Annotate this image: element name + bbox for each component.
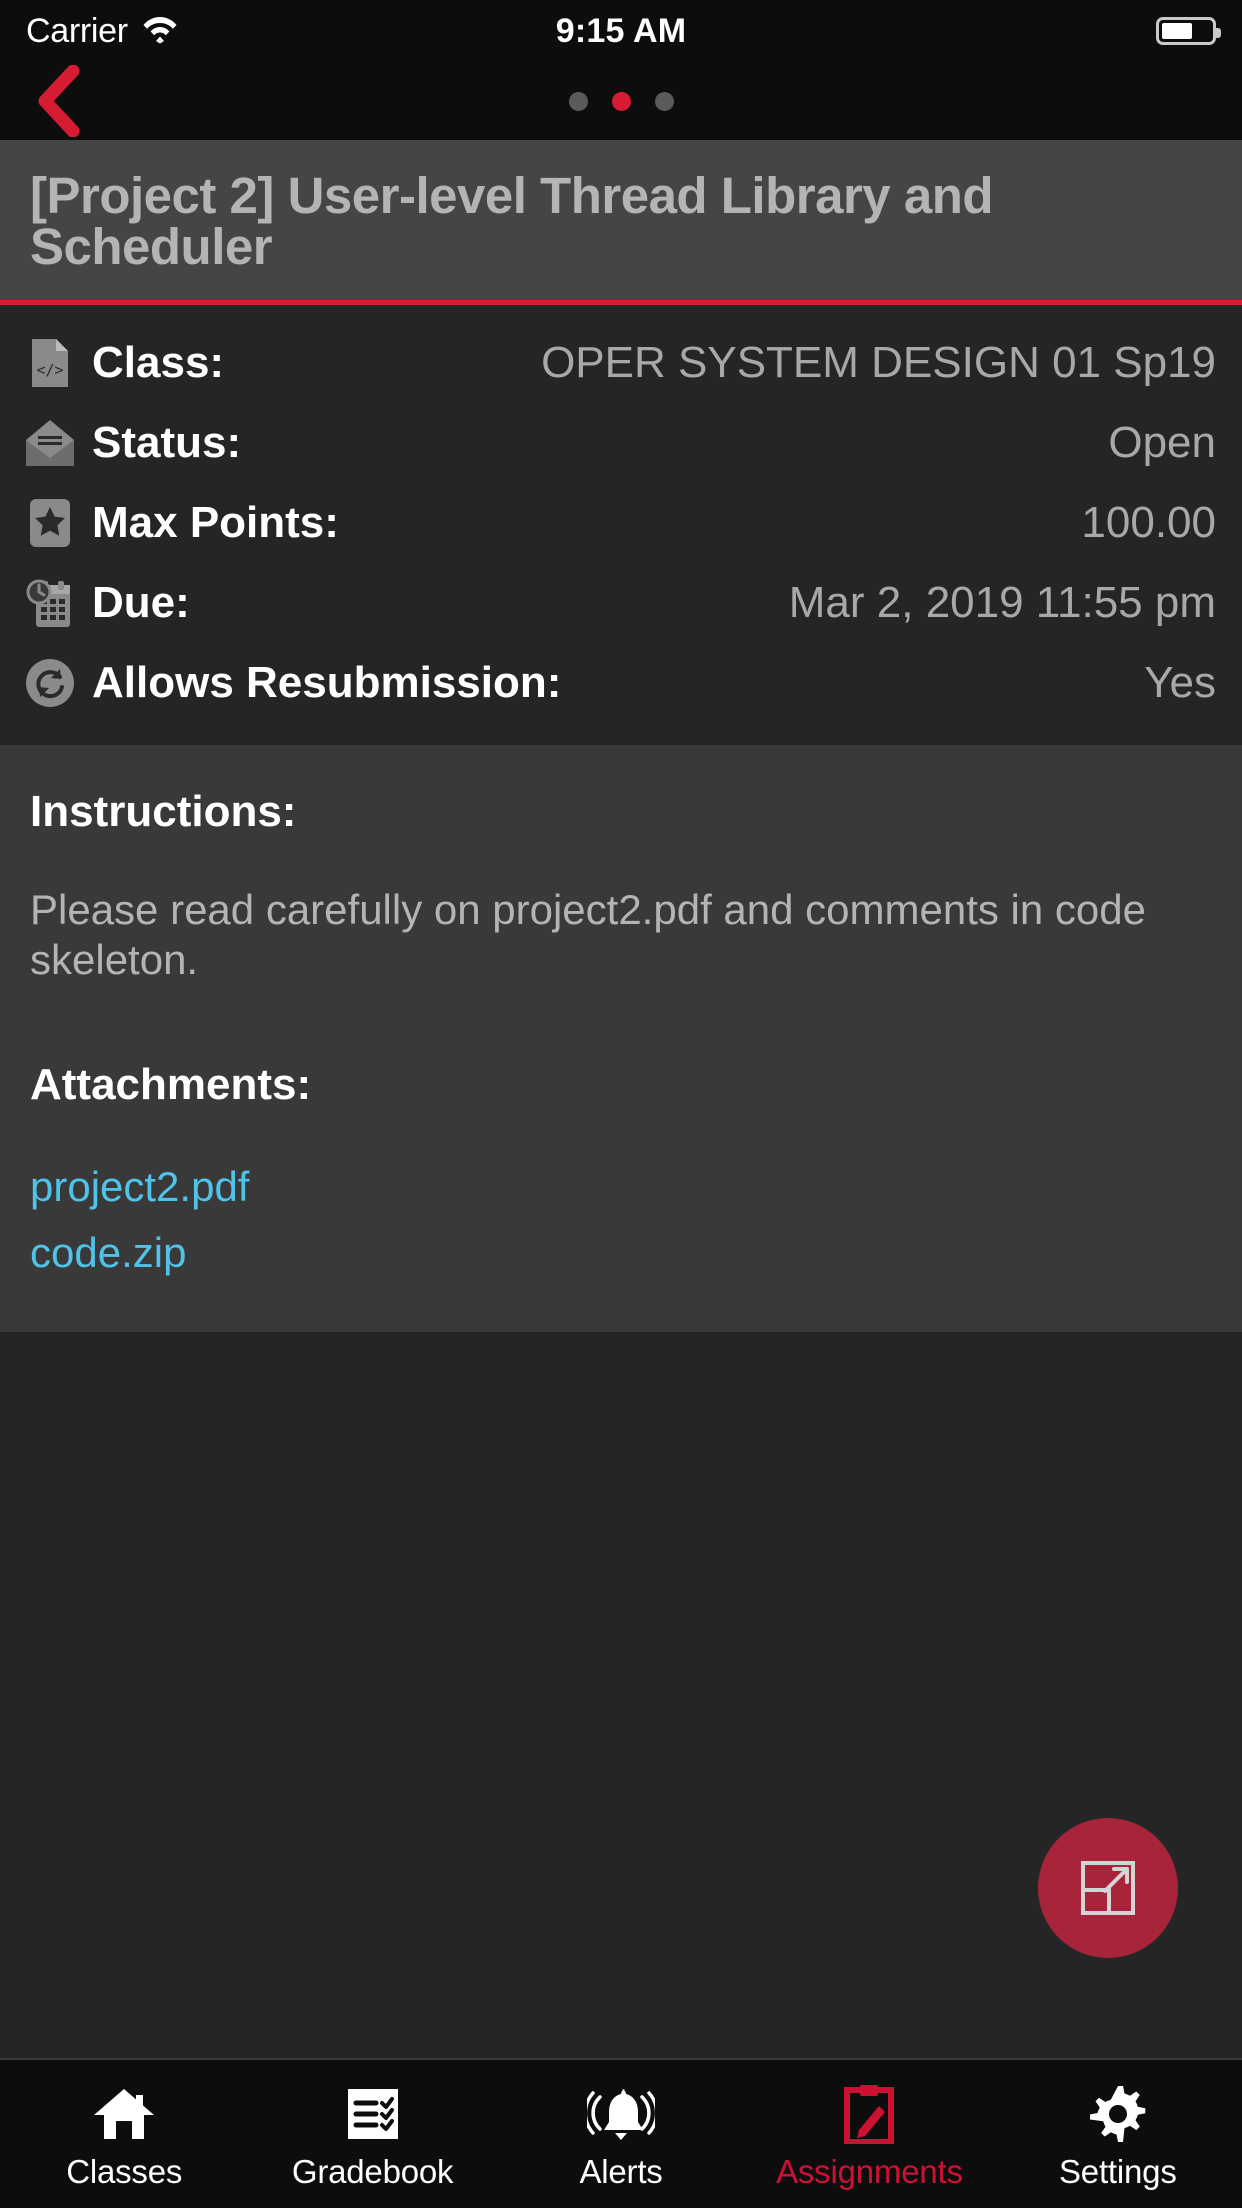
bell-icon — [587, 2083, 656, 2145]
detail-row-status: Status: Open — [0, 403, 1242, 483]
tab-label: Assignments — [776, 2153, 963, 2190]
tab-label: Settings — [1059, 2153, 1177, 2190]
attachments-heading: Attachments: — [30, 1060, 312, 1110]
code-file-icon: </> — [22, 335, 78, 391]
detail-value: OPER SYSTEM DESIGN 01 Sp19 — [541, 338, 1216, 387]
attachment-link[interactable]: project2.pdf — [30, 1154, 1212, 1220]
detail-label: Class: — [92, 338, 225, 387]
detail-row-due: Due: Mar 2, 2019 11:55 pm — [0, 563, 1242, 643]
calendar-clock-icon — [22, 575, 78, 631]
bottom-tab-bar: Classes Gradebook Alerts Assignments Set… — [0, 2058, 1242, 2208]
detail-value: 100.00 — [1081, 498, 1216, 547]
tab-settings[interactable]: Settings — [994, 2060, 1242, 2208]
tab-assignments[interactable]: Assignments — [745, 2060, 993, 2208]
detail-value: Open — [1108, 418, 1216, 467]
detail-value: Yes — [1144, 658, 1216, 707]
content-spacer — [0, 1332, 1242, 2058]
detail-label: Allows Resubmission: — [92, 658, 562, 707]
tab-classes[interactable]: Classes — [0, 2060, 248, 2208]
battery-icon — [1156, 17, 1221, 45]
attachments-list: project2.pdf code.zip — [30, 1120, 1212, 1332]
detail-row-resubmission: Allows Resubmission: Yes — [0, 643, 1242, 723]
page-dot-1[interactable] — [568, 91, 588, 111]
svg-text:</>: </> — [36, 361, 63, 379]
refresh-icon — [22, 655, 78, 711]
instructions-heading: Instructions: — [30, 787, 297, 836]
tab-label: Gradebook — [291, 2153, 454, 2190]
expand-icon — [1081, 1861, 1135, 1915]
detail-label: Due: — [92, 578, 190, 627]
assignment-details: </> Class: OPER SYSTEM DESIGN 01 Sp19 St… — [0, 305, 1242, 745]
clock-label: 9:15 AM — [555, 11, 687, 50]
gear-icon — [1088, 2083, 1148, 2145]
detail-label: Status: — [92, 418, 242, 467]
detail-value: Mar 2, 2019 11:55 pm — [788, 578, 1216, 627]
tab-label: Alerts — [579, 2153, 663, 2190]
checklist-icon — [344, 2083, 402, 2145]
detail-label: Max Points: — [92, 498, 339, 547]
page-title: [Project 2] User-level Thread Library an… — [30, 167, 994, 275]
instructions-text: Please read carefully on project2.pdf an… — [30, 886, 1146, 983]
page-indicator — [0, 91, 1242, 111]
open-envelope-icon — [22, 415, 78, 471]
status-bar-right — [1156, 17, 1221, 45]
status-bar: Carrier 9:15 AM — [0, 0, 1242, 62]
page-dot-3[interactable] — [654, 91, 674, 111]
detail-row-max-points: Max Points: 100.00 — [0, 483, 1242, 563]
assignment-body: Instructions: Please read carefully on p… — [0, 745, 1242, 1333]
star-icon — [22, 495, 78, 551]
clipboard-pencil-icon — [841, 2083, 897, 2145]
assignment-header: [Project 2] User-level Thread Library an… — [0, 140, 1242, 305]
tab-label: Classes — [66, 2153, 183, 2190]
attachment-link[interactable]: code.zip — [30, 1220, 1212, 1286]
expand-fab-button[interactable] — [1038, 1818, 1178, 1958]
page-dot-2[interactable] — [611, 91, 631, 111]
tab-alerts[interactable]: Alerts — [497, 2060, 745, 2208]
nav-bar — [0, 62, 1242, 140]
tab-gradebook[interactable]: Gradebook — [248, 2060, 496, 2208]
detail-row-class: </> Class: OPER SYSTEM DESIGN 01 Sp19 — [0, 323, 1242, 403]
app-root: Carrier 9:15 AM [Project 2] User-level T… — [0, 0, 1242, 2208]
home-icon — [92, 2083, 156, 2145]
